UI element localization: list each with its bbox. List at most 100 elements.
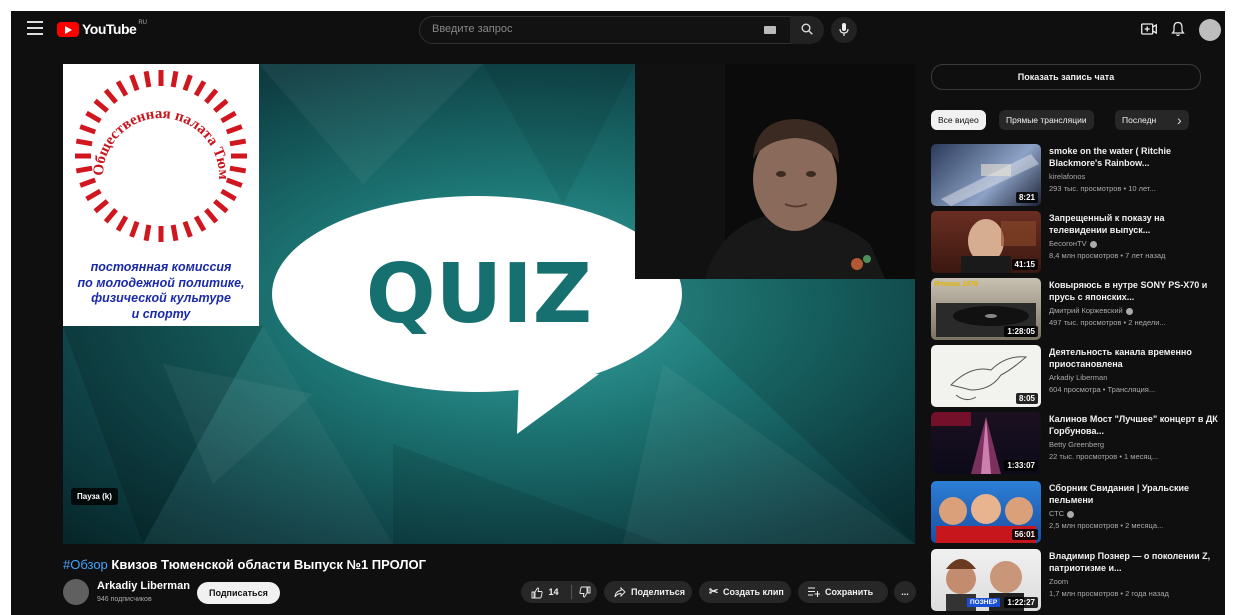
like-count: 14 bbox=[548, 587, 559, 597]
channel-name[interactable]: БесогонTV bbox=[1049, 239, 1097, 248]
verified-icon bbox=[1067, 510, 1075, 518]
video-duration: 8:21 bbox=[1015, 192, 1038, 203]
video-meta: 2,5 млн просмотров • 2 месяца... bbox=[1049, 521, 1164, 530]
video-meta: 22 тыс. просмотров • 1 месяц... bbox=[1049, 452, 1158, 461]
video-title[interactable]: Запрещенный к показу на телевидении выпу… bbox=[1049, 212, 1225, 236]
divider bbox=[571, 585, 572, 599]
youtube-watch-page: YouTube RU Введите запрос Общественная п… bbox=[11, 11, 1225, 615]
video-duration: 1:28:05 bbox=[1004, 326, 1038, 337]
bell-icon[interactable] bbox=[1171, 21, 1185, 37]
pause-tooltip: Пауза (k) bbox=[71, 488, 118, 505]
video-title[interactable]: Деятельность канала временно приостановл… bbox=[1049, 346, 1225, 370]
video-title[interactable]: Владимир Познер — о поколении Z, патриот… bbox=[1049, 550, 1225, 574]
video-meta: 1,7 млн просмотров • 2 года назад bbox=[1049, 589, 1169, 598]
share-label: Поделиться bbox=[631, 587, 686, 597]
thumbnail-label: Японии 1978 bbox=[934, 281, 978, 288]
more-actions-button[interactable]: ... bbox=[894, 581, 916, 603]
commission-line: по молодежной политике, bbox=[77, 275, 245, 290]
thumbs-down-icon[interactable] bbox=[579, 586, 591, 598]
channel-name-text: СТС bbox=[1049, 509, 1065, 518]
subscribe-button[interactable]: Подписаться bbox=[197, 582, 280, 604]
video-title[interactable]: Калинов Мост "Лучшее" концерт в ДК Горбу… bbox=[1049, 413, 1225, 437]
video-thumbnail[interactable]: Японии 1978 1:28:05 bbox=[931, 278, 1041, 340]
channel-name-text: БесогонTV bbox=[1049, 239, 1087, 248]
channel-name[interactable]: Zoom bbox=[1049, 577, 1068, 586]
like-button[interactable]: 14 bbox=[531, 581, 559, 603]
video-title[interactable]: Ковыряюсь в нутре SONY PS-X70 и прусь с … bbox=[1049, 279, 1225, 303]
video-thumbnail[interactable]: 41:15 bbox=[931, 211, 1041, 273]
share-icon bbox=[614, 586, 626, 598]
chip-live[interactable]: Прямые трансляции bbox=[999, 110, 1094, 130]
channel-avatar[interactable] bbox=[63, 579, 89, 605]
share-button[interactable]: Поделиться bbox=[604, 581, 692, 603]
chip-all-videos[interactable]: Все видео bbox=[931, 110, 986, 130]
youtube-logo[interactable]: YouTube RU bbox=[57, 20, 147, 37]
video-duration: 1:22:27 bbox=[1004, 597, 1038, 608]
thumbnail-label: ПОЗНЕР bbox=[967, 598, 1001, 607]
video-title[interactable]: smoke on the water ( Ritchie Blackmore's… bbox=[1049, 145, 1225, 169]
recommended-video[interactable]: 1:33:07 Калинов Мост "Лучшее" концерт в … bbox=[931, 412, 1225, 476]
search-box[interactable]: Введите запрос bbox=[419, 16, 791, 44]
verified-icon bbox=[1125, 307, 1133, 315]
menu-icon[interactable] bbox=[27, 21, 43, 35]
commission-line: физической культуре bbox=[91, 291, 231, 305]
video-duration: 8:05 bbox=[1015, 393, 1038, 404]
save-button[interactable]: Сохранить bbox=[798, 581, 888, 603]
mic-icon bbox=[839, 23, 849, 36]
seal-arc-text: Общественная палата Тюменской области bbox=[91, 106, 231, 180]
subscriber-count: 946 подписчиков bbox=[97, 596, 152, 603]
logo-text: YouTube bbox=[82, 21, 137, 37]
organisation-logo: Общественная палата Тюменской области по… bbox=[63, 64, 259, 326]
video-duration: 56:01 bbox=[1011, 529, 1038, 540]
voice-search-button[interactable] bbox=[831, 17, 857, 43]
seal-emblem: Общественная палата Тюменской области bbox=[75, 70, 247, 242]
video-duration: 41:15 bbox=[1011, 259, 1038, 270]
account-avatar[interactable] bbox=[1199, 19, 1221, 41]
video-meta: 497 тыс. просмотров • 2 недели... bbox=[1049, 318, 1166, 327]
video-thumbnail[interactable]: 1:33:07 bbox=[931, 412, 1041, 474]
save-label: Сохранить bbox=[825, 587, 874, 597]
logo-country-code: RU bbox=[138, 20, 147, 26]
channel-name[interactable]: kirelafonos bbox=[1049, 172, 1085, 181]
webcam-overlay bbox=[635, 64, 915, 279]
video-player[interactable]: Общественная палата Тюменской области по… bbox=[63, 64, 915, 544]
recommended-video[interactable]: 41:15 Запрещенный к показу на телевидени… bbox=[931, 211, 1225, 275]
commission-line: и спорту bbox=[131, 306, 191, 321]
recommended-video[interactable]: 8:21 smoke on the water ( Ritchie Blackm… bbox=[931, 144, 1225, 208]
show-chat-replay-button[interactable]: Показать запись чата bbox=[931, 64, 1201, 90]
video-thumbnail[interactable]: 8:05 bbox=[931, 345, 1041, 407]
channel-name[interactable]: Arkadiy Liberman bbox=[97, 580, 190, 592]
channel-name[interactable]: Betty Greenberg bbox=[1049, 440, 1104, 449]
channel-name[interactable]: Arkadiy Liberman bbox=[1049, 373, 1107, 382]
quiz-speech-bubble: QUIZ bbox=[272, 196, 682, 434]
video-thumbnail[interactable]: 56:01 bbox=[931, 481, 1041, 543]
recommended-video[interactable]: ПОЗНЕР 1:22:27 Владимир Познер — о покол… bbox=[931, 549, 1225, 613]
video-title[interactable]: Сборник Свидания | Уральские пельмени bbox=[1049, 482, 1225, 506]
video-meta: 293 тыс. просмотров • 10 лет... bbox=[1049, 184, 1156, 193]
thumbs-up-icon bbox=[531, 587, 543, 599]
presenter-image bbox=[635, 64, 915, 279]
keyboard-icon[interactable] bbox=[764, 26, 776, 34]
chevron-right-icon[interactable]: › bbox=[1177, 112, 1182, 128]
channel-name-text: Дмитрий Коржевский bbox=[1049, 306, 1123, 315]
video-thumbnail[interactable]: 8:21 bbox=[931, 144, 1041, 206]
recommended-video[interactable]: 8:05 Деятельность канала временно приост… bbox=[931, 345, 1225, 409]
verified-icon bbox=[1089, 240, 1097, 248]
more-icon: ... bbox=[901, 587, 909, 597]
channel-name[interactable]: СТС bbox=[1049, 509, 1075, 518]
scissors-icon: ✂ bbox=[709, 586, 719, 598]
recommended-video[interactable]: 56:01 Сборник Свидания | Уральские пельм… bbox=[931, 481, 1225, 545]
like-dislike-group: 14 bbox=[521, 581, 597, 603]
create-icon[interactable] bbox=[1141, 22, 1157, 36]
recommended-video[interactable]: Японии 1978 1:28:05 Ковыряюсь в нутре SO… bbox=[931, 278, 1225, 342]
video-hashtag[interactable]: #Обзор bbox=[63, 557, 108, 572]
search-button[interactable] bbox=[790, 16, 824, 44]
create-clip-button[interactable]: ✂ Создать клип bbox=[699, 581, 791, 603]
quiz-text: QUIZ bbox=[366, 247, 592, 342]
youtube-play-icon bbox=[57, 21, 79, 37]
search-input[interactable]: Введите запрос bbox=[432, 23, 512, 35]
channel-name[interactable]: Дмитрий Коржевский bbox=[1049, 306, 1133, 315]
video-meta: 8,4 млн просмотров • 7 лет назад bbox=[1049, 251, 1166, 260]
video-thumbnail[interactable]: ПОЗНЕР 1:22:27 bbox=[931, 549, 1041, 611]
commission-caption: постоянная комиссия по молодежной полити… bbox=[63, 260, 259, 322]
